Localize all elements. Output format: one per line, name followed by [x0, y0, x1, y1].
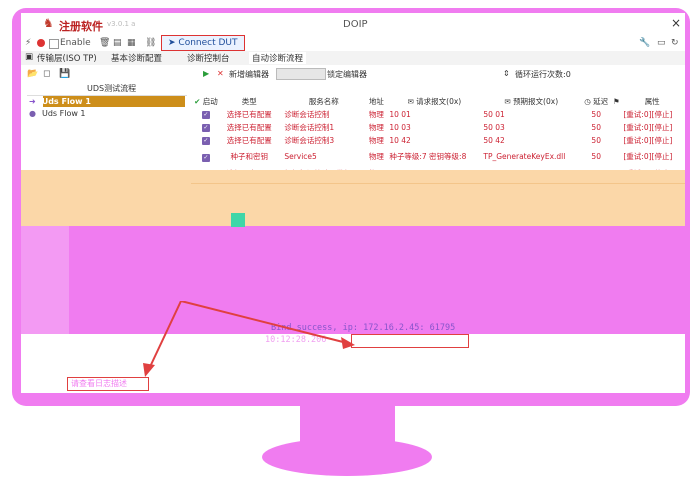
stop-run-icon[interactable]: ✕: [217, 69, 224, 78]
app-logo-icon: ♞: [43, 16, 54, 30]
save-icon[interactable]: 💾: [59, 69, 70, 79]
monitor-stand-base: [262, 438, 432, 476]
connect-dut-button[interactable]: ➤ Connect DUT: [161, 35, 245, 51]
connect-dut-label: Connect DUT: [178, 38, 238, 48]
wrench-icon[interactable]: 🔧: [639, 38, 650, 48]
tab-basic-config[interactable]: 基本诊断配置: [111, 52, 162, 64]
annotation-arrows: [143, 301, 355, 377]
tab-bar: ▣ 传输层(ISO TP) 基本诊断配置 诊断控制台 自动诊断流程: [21, 51, 685, 65]
app-window: ♞ 注册软件 v3.0.1 a DOIP × ⚡ Enable 🗑 ▤ ▦ ⛓ …: [21, 13, 685, 393]
loop-count: 循环运行次数:0: [515, 70, 571, 79]
flow-item-label: Uds Flow 1: [41, 97, 91, 106]
app-name: 注册软件: [59, 20, 103, 33]
cursor-icon: ➤: [168, 38, 176, 48]
mail-icon: ✉: [407, 97, 414, 106]
clock-icon: ◷: [584, 97, 591, 106]
table-header-row: ✔ 启动 类型 服务名称 地址 ✉ 请求报文(0x) ✉ 预期报文(0x) ◷ …: [191, 95, 683, 108]
grid-icon[interactable]: ▦: [127, 38, 136, 48]
loop-icon: ⇕: [503, 69, 510, 78]
steps-table: ✔ 启动 类型 服务名称 地址 ✉ 请求报文(0x) ✉ 预期报文(0x) ◷ …: [191, 95, 683, 180]
close-button[interactable]: ×: [671, 16, 681, 30]
arrow-right-head: [341, 337, 355, 349]
new-icon[interactable]: ◻: [43, 69, 50, 79]
table-row[interactable]: ✓ 种子和密钥 Service5 物理 种子等级:7 密钥等级:8 TP_Gen…: [191, 147, 683, 167]
refresh-icon[interactable]: ↻: [671, 38, 679, 48]
tab-transport[interactable]: 传输层(ISO TP): [37, 52, 97, 64]
run-icon[interactable]: ▶: [203, 69, 209, 78]
col-type: 类型: [241, 97, 257, 106]
flow-item-1[interactable]: ➜ Uds Flow 1: [29, 96, 185, 107]
flow-panel-title: UDS测试流程: [87, 84, 137, 93]
lock-editor-label: 锁定编辑器: [327, 70, 367, 79]
circle-icon: ●: [29, 109, 36, 118]
arrow-left-line: [148, 301, 182, 370]
tab-console[interactable]: 诊断控制台: [187, 52, 230, 64]
arrow-right-icon: ➜: [29, 97, 36, 106]
col-enable: ✔ 启动: [194, 97, 218, 106]
hex-editor-toggle[interactable]: [276, 68, 326, 80]
table-row[interactable]: ✓ 选择已有配置 诊断会话控制3 物理 10 42 50 42 50 [重试:0…: [191, 134, 683, 147]
col-request: ✉ 请求报文(0x): [407, 97, 462, 106]
col-address: 地址: [368, 97, 384, 106]
col-delay: ◷ 延迟: [584, 97, 609, 106]
mail-icon: ✉: [504, 97, 511, 106]
row-checkbox[interactable]: ✓: [201, 111, 210, 119]
title-bar: ♞ 注册软件 v3.0.1 a DOIP ×: [21, 13, 685, 35]
enable-checkbox[interactable]: [49, 39, 59, 49]
trash-icon[interactable]: 🗑: [99, 38, 110, 48]
lightning-icon[interactable]: ⚡: [25, 38, 31, 48]
col-response: ✉ 预期报文(0x): [504, 97, 559, 106]
table-row[interactable]: ✓ 选择已有配置 诊断会话控制1 物理 10 03 50 03 50 [重试:0…: [191, 121, 683, 134]
teal-marker: [231, 213, 245, 227]
table-row[interactable]: ✓ 选择已有配置 诊断会话控制 物理 10 01 50 01 50 [重试:0]…: [191, 108, 683, 121]
row-checkbox[interactable]: ✓: [201, 153, 210, 162]
col-attr: 属性: [644, 97, 660, 106]
row-checkbox[interactable]: ✓: [201, 137, 210, 145]
flow-item-label: Uds Flow 1: [41, 109, 86, 118]
status-link[interactable]: 请查看日志描述: [71, 378, 127, 389]
open-icon[interactable]: 📂: [27, 69, 38, 79]
arrow-left-head: [143, 363, 155, 377]
flow-item-2[interactable]: ● Uds Flow 1: [29, 108, 185, 119]
col-service: 服务名称: [308, 97, 339, 106]
tab-auto-flow[interactable]: 自动诊断流程: [249, 52, 307, 64]
tab-transport-icon: ▣: [25, 52, 34, 62]
stop-icon[interactable]: [37, 39, 45, 47]
app-version: v3.0.1 a: [107, 20, 136, 28]
network-icon[interactable]: ⛓: [145, 38, 156, 48]
log-overlay-left: [21, 226, 69, 334]
hex-editor-label: 新增编辑器: [229, 70, 269, 79]
arrow-right-line: [180, 301, 348, 344]
window-icon[interactable]: ▭: [657, 38, 666, 48]
enable-label: Enable: [60, 38, 91, 48]
main-toolbar: ⚡ Enable 🗑 ▤ ▦ ⛓ ➤ Connect DUT 🔧 ▭ ↻: [21, 35, 685, 51]
col-attr-icon: ⚑: [612, 97, 620, 106]
copy-icon[interactable]: ▤: [113, 38, 122, 48]
obscured-divider: [191, 173, 685, 184]
window-title: DOIP: [343, 19, 368, 30]
row-checkbox[interactable]: ✓: [201, 124, 210, 132]
flow-panel-header: UDS测试流程: [27, 81, 187, 96]
